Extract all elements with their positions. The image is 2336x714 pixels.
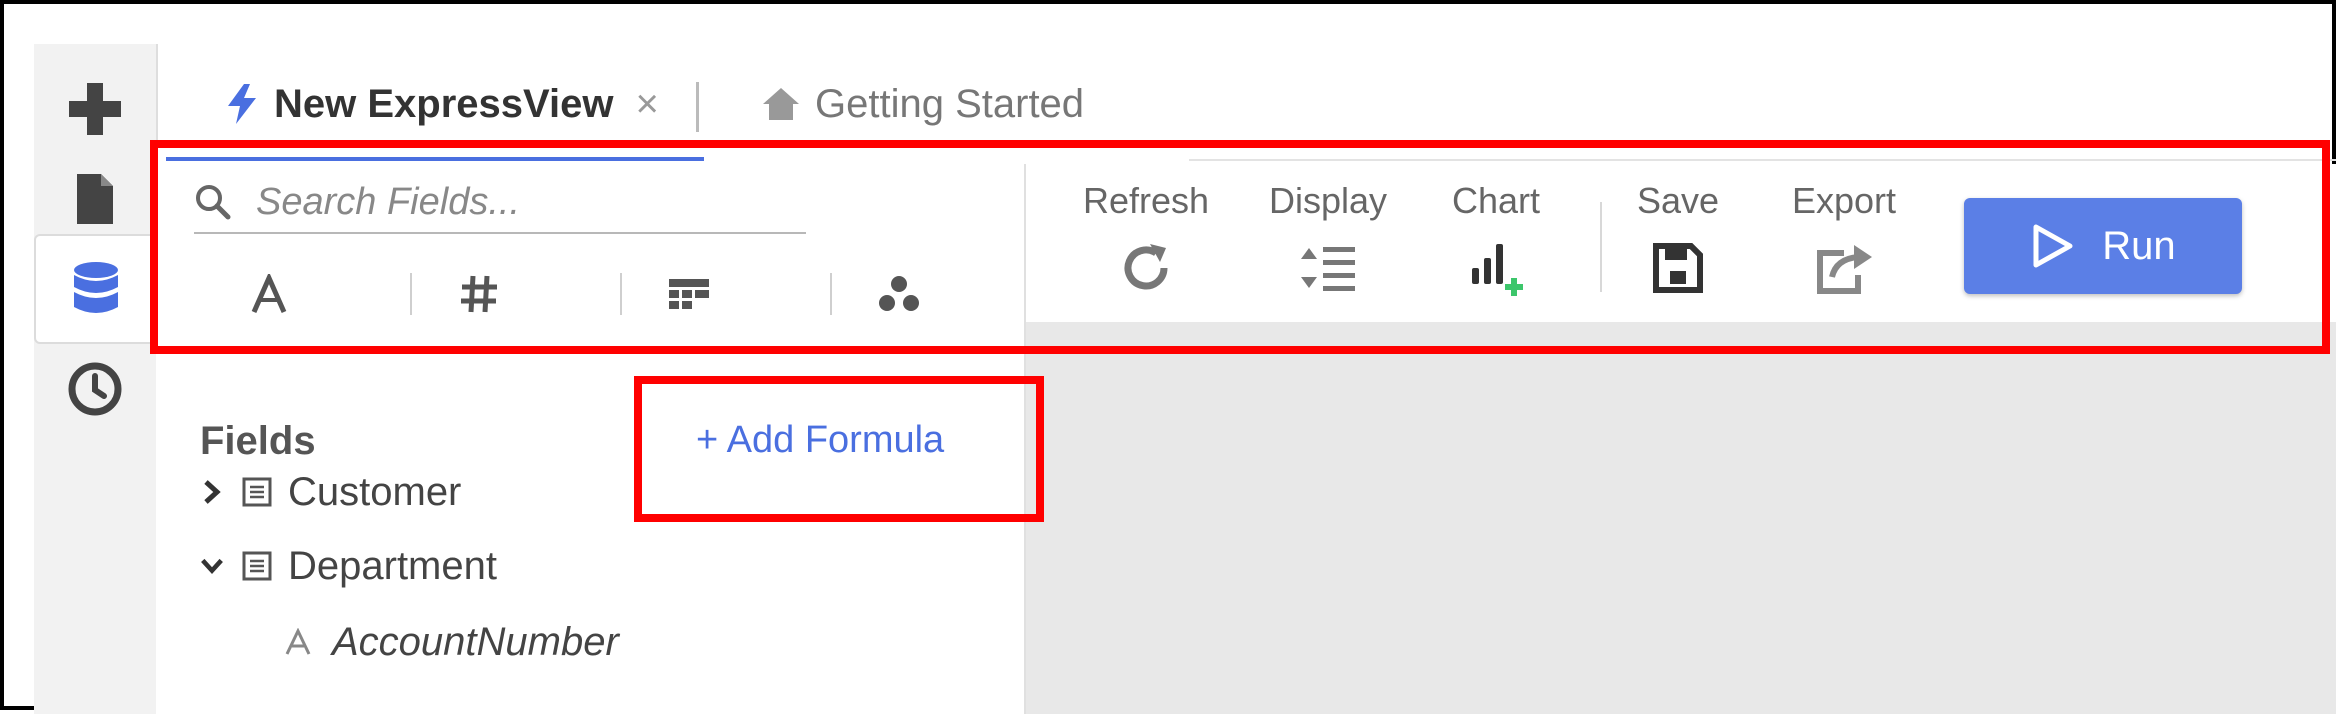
play-icon [2033, 224, 2073, 268]
table-icon [242, 477, 272, 507]
tab-getting-started[interactable]: Getting Started [761, 76, 1084, 132]
chevron-right-icon[interactable] [200, 479, 224, 505]
left-icon-rail [34, 44, 158, 714]
tree-item-department[interactable]: Department [200, 538, 497, 594]
save-icon [1653, 243, 1703, 293]
filter-number-button[interactable] [419, 259, 539, 329]
text-type-icon [251, 274, 287, 314]
chart-label: Chart [1451, 180, 1541, 221]
tab-label: Getting Started [815, 81, 1085, 126]
tree-item-label: Department [288, 543, 497, 588]
active-tab-indicator [166, 157, 704, 161]
cluster-icon [879, 276, 919, 311]
clock-icon [68, 362, 122, 416]
tab-label: New ExpressView [274, 81, 614, 126]
filter-group-button[interactable] [839, 259, 959, 329]
text-type-icon [285, 628, 311, 655]
density-icon [1301, 247, 1355, 291]
search-icon [196, 185, 231, 220]
lightning-icon [228, 84, 256, 124]
export-label: Export [1791, 180, 1897, 221]
chart-button[interactable]: Chart [1426, 180, 1566, 298]
tab-bar: New ExpressView × Getting Started [156, 44, 2336, 164]
hash-icon [461, 275, 497, 313]
refresh-icon [1124, 244, 1168, 290]
fields-panel: Fields + Add Formula Customer Department [156, 164, 1026, 714]
document-icon [77, 174, 113, 224]
history-button[interactable] [34, 334, 156, 444]
field-type-filters [194, 259, 974, 329]
add-formula-link[interactable]: + Add Formula [696, 419, 944, 462]
filter-divider [830, 273, 832, 315]
field-accountnumber[interactable]: AccountNumber [284, 614, 619, 670]
filter-table-button[interactable] [629, 259, 749, 329]
report-canvas [1026, 322, 2336, 714]
chevron-down-icon[interactable] [200, 557, 224, 575]
refresh-label: Refresh [1082, 180, 1210, 221]
filter-divider [410, 273, 412, 315]
tab-new-expressview[interactable]: New ExpressView × [226, 76, 659, 132]
tab-close-icon[interactable]: × [635, 82, 658, 127]
export-icon [1817, 245, 1872, 294]
save-label: Save [1636, 180, 1720, 221]
table-icon [242, 551, 272, 581]
search-input[interactable] [254, 179, 778, 225]
fields-heading: Fields [200, 419, 316, 463]
search-field[interactable] [194, 172, 806, 234]
save-button[interactable]: Save [1608, 180, 1748, 298]
field-label: AccountNumber [332, 619, 619, 664]
data-sources-button[interactable] [34, 234, 156, 344]
database-icon [74, 262, 118, 313]
home-icon [763, 88, 799, 120]
export-button[interactable]: Export [1774, 180, 1914, 298]
tab-divider [696, 82, 699, 132]
tree-item-customer[interactable]: Customer [200, 464, 461, 520]
run-button[interactable]: Run [1964, 198, 2242, 294]
filter-divider [620, 273, 622, 315]
screenshot-frame: New ExpressView × Getting Started Search… [0, 0, 2336, 714]
toolbar: Refresh Display Chart Save Export Run [1026, 164, 2336, 322]
toolbar-top-border [1189, 159, 2336, 161]
plus-icon [69, 83, 121, 135]
refresh-button[interactable]: Refresh [1076, 180, 1216, 298]
pivot-table-icon [669, 279, 709, 309]
add-chart-icon [1472, 244, 1523, 296]
display-button[interactable]: Display [1258, 180, 1398, 298]
display-label: Display [1268, 180, 1388, 221]
run-label: Run [2102, 223, 2176, 268]
tree-item-label: Customer [288, 469, 462, 514]
filter-text-button[interactable] [209, 259, 329, 329]
toolbar-divider [1600, 202, 1602, 292]
